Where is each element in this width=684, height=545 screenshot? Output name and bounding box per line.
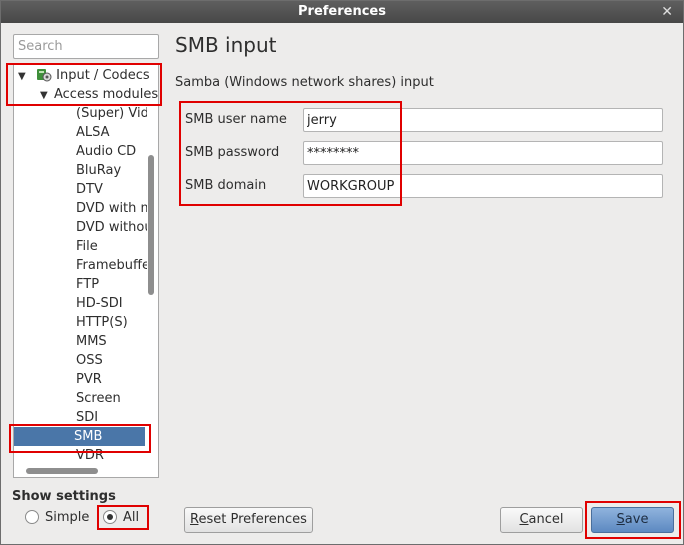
smb-domain-input[interactable] (303, 174, 663, 198)
preferences-window: Preferences ✕ ▼ Input / Codecs ▼Access m… (0, 0, 684, 545)
tree-item-screen[interactable]: Screen (14, 389, 147, 408)
expand-arrow-icon[interactable]: ▼ (40, 86, 54, 105)
close-icon[interactable]: ✕ (661, 1, 673, 23)
tree-item-dtv[interactable]: DTV (14, 180, 147, 199)
tree-item-mms[interactable]: MMS (14, 332, 147, 351)
tree-item-audio-cd[interactable]: Audio CD (14, 142, 147, 161)
smb-password-label: SMB password (185, 145, 280, 160)
tree-horizontal-scrollbar[interactable] (26, 468, 98, 474)
cancel-button[interactable]: Cancel (500, 507, 583, 533)
tree-item-bluray[interactable]: BluRay (14, 161, 147, 180)
search-input[interactable] (13, 34, 159, 59)
tree-item-super-video-cd[interactable]: (Super) Video CD (14, 104, 147, 123)
show-settings-label: Show settings (12, 489, 116, 504)
save-button[interactable]: Save (591, 507, 674, 533)
all-radio-label: All (123, 510, 140, 525)
page-title: SMB input (175, 33, 277, 57)
tree-item-oss[interactable]: OSS (14, 351, 147, 370)
tree-item-pvr[interactable]: PVR (14, 370, 147, 389)
tree-item-hd-sdi[interactable]: HD-SDI (14, 294, 147, 313)
expand-arrow-icon[interactable]: ▼ (18, 67, 32, 86)
all-radio[interactable]: All (103, 508, 139, 528)
category-tree[interactable]: ▼ Input / Codecs ▼ Access modules (Super)… (13, 63, 159, 478)
tree-item-vdr[interactable]: VDR (14, 446, 147, 465)
cancel-mnemonic: C (519, 512, 529, 527)
codec-icon (37, 69, 52, 82)
save-label: ave (624, 512, 649, 527)
tree-item-dvd-with-menus[interactable]: DVD with menus (14, 199, 147, 218)
smb-password-input[interactable] (303, 141, 663, 165)
tree-item-alsa[interactable]: ALSA (14, 123, 147, 142)
tree-item-input-codecs[interactable]: ▼ Input / Codecs (18, 66, 150, 85)
tree-item-ftp[interactable]: FTP (14, 275, 147, 294)
tree-item-sdi[interactable]: SDI (14, 408, 147, 427)
smb-domain-label: SMB domain (185, 178, 267, 193)
simple-radio[interactable]: Simple (25, 508, 89, 528)
tree-item-label: Input / Codecs (56, 68, 150, 83)
reset-label: eset Preferences (198, 512, 307, 527)
tree-item-access-modules[interactable]: ▼ Access modules (40, 85, 158, 104)
tree-item-dvd-without-menus[interactable]: DVD without menus (14, 218, 147, 237)
page-subtitle: Samba (Windows network shares) input (175, 75, 434, 90)
save-mnemonic: S (616, 512, 625, 527)
reset-preferences-button[interactable]: Reset Preferences (184, 507, 313, 533)
radio-unchecked-icon[interactable] (25, 510, 39, 524)
tree-item-framebuffer[interactable]: Framebuffer (14, 256, 147, 275)
tree-vertical-scrollbar[interactable] (148, 155, 154, 295)
tree-item-file[interactable]: File (14, 237, 147, 256)
smb-user-name-label: SMB user name (185, 112, 287, 127)
radio-checked-icon[interactable] (103, 510, 117, 524)
tree-item-smb[interactable]: SMB (14, 427, 145, 446)
tree-item-https[interactable]: HTTP(S) (14, 313, 147, 332)
window-title: Preferences (298, 4, 386, 19)
simple-radio-label: Simple (45, 510, 90, 525)
tree-item-label: Access modules (54, 87, 159, 102)
cancel-label: ancel (528, 512, 564, 527)
smb-user-name-input[interactable] (303, 108, 663, 132)
title-bar[interactable]: Preferences ✕ (1, 1, 683, 23)
